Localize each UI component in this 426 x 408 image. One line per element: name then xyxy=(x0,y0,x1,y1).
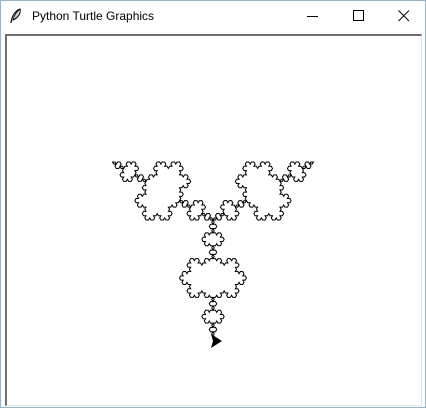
turtle-window: Python Turtle Graphics xyxy=(0,0,426,408)
window-title: Python Turtle Graphics xyxy=(32,9,155,23)
drawing-area[interactable] xyxy=(7,36,421,405)
title-bar[interactable]: Python Turtle Graphics xyxy=(1,1,425,32)
minimize-button[interactable] xyxy=(290,1,336,32)
close-icon xyxy=(398,10,410,22)
turtle-canvas[interactable] xyxy=(5,34,422,406)
maximize-button[interactable] xyxy=(336,1,382,32)
koch-snowflake-curve xyxy=(111,161,315,337)
turtle-cursor-icon xyxy=(211,334,222,348)
feather-icon xyxy=(10,8,21,24)
minimize-icon xyxy=(307,16,318,17)
close-button[interactable] xyxy=(381,1,426,32)
maximize-icon xyxy=(353,10,364,21)
